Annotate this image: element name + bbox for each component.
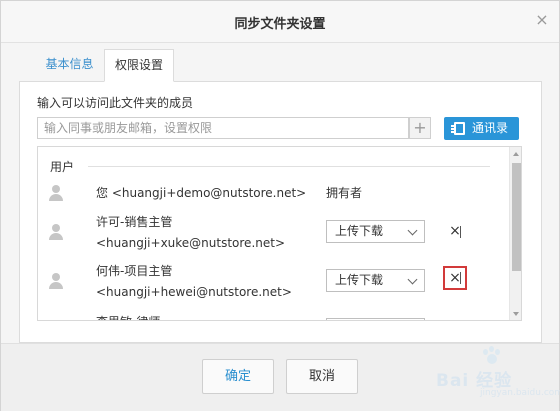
contacts-button[interactable]: 通讯录 — [444, 117, 519, 140]
cancel-button[interactable]: 取消 — [286, 359, 358, 394]
list-item: 李思敏-律师 — [38, 309, 508, 320]
watermark-subtext: jingyan.baidu.com — [480, 388, 560, 398]
member-list: 用户 您 <huangji+demo@nutstore.net> 拥有者 许可-… — [37, 146, 522, 321]
user-email: <huangji+xuke@nutstore.net> — [96, 236, 286, 250]
close-icon[interactable]: × — [533, 11, 551, 29]
add-member-button[interactable]: + — [409, 117, 431, 139]
scroll-thumb[interactable] — [512, 163, 521, 271]
permission-select-value: 上传下载 — [335, 224, 384, 238]
dialog-title: 同步文件夹设置 — [234, 17, 326, 32]
confirm-button[interactable]: 确定 — [202, 359, 274, 394]
address-book-icon — [451, 122, 465, 135]
member-prompt-label: 输入可以访问此文件夹的成员 — [37, 96, 194, 110]
user-avatar-icon — [49, 273, 63, 289]
chevron-down-icon — [407, 274, 418, 285]
user-name: 您 <huangji+demo@nutstore.net> — [96, 186, 307, 200]
scroll-down-arrow-icon[interactable] — [513, 312, 519, 316]
list-item: 何伟-项目主管 <huangji+hewei@nutstore.net> 上传下… — [38, 260, 508, 310]
paw-logo-icon — [482, 346, 502, 366]
contacts-button-label: 通讯录 — [472, 121, 509, 135]
sync-folder-settings-dialog: 同步文件夹设置 × 基本信息 权限设置 输入可以访问此文件夹的成员 + 通讯录 … — [0, 0, 560, 411]
header-divider — [88, 166, 490, 167]
user-name: 何伟-项目主管 — [96, 264, 173, 278]
remove-member-button[interactable]: × — [443, 266, 467, 290]
permission-select[interactable]: 上传下载 — [326, 269, 425, 292]
member-email-input[interactable] — [37, 117, 409, 139]
user-avatar-icon — [49, 185, 63, 201]
list-scrollbar[interactable] — [509, 147, 521, 320]
chevron-down-icon — [407, 225, 418, 236]
tab-permission-settings[interactable]: 权限设置 — [104, 49, 174, 82]
tab-basic-info[interactable]: 基本信息 — [38, 49, 101, 82]
permission-select[interactable] — [326, 318, 425, 320]
scroll-up-arrow-icon[interactable] — [513, 152, 519, 156]
permission-select[interactable]: 上传下载 — [326, 220, 425, 243]
user-avatar-icon — [49, 224, 63, 240]
user-email: <huangji+hewei@nutstore.net> — [96, 285, 292, 299]
title-bar: 同步文件夹设置 × — [1, 1, 559, 43]
list-item: 许可-销售主管 <huangji+xuke@nutstore.net> 上传下载… — [38, 211, 508, 261]
user-name: 李思敏-律师 — [96, 313, 160, 320]
user-name: 许可-销售主管 — [96, 215, 173, 229]
permission-select-value: 上传下载 — [335, 273, 384, 287]
baidu-watermark: Bai 经验 jingyan.baidu.com — [436, 346, 560, 402]
remove-member-button[interactable]: × — [443, 220, 467, 244]
list-header-users: 用户 — [50, 160, 75, 174]
owner-role-label: 拥有者 — [326, 186, 363, 200]
